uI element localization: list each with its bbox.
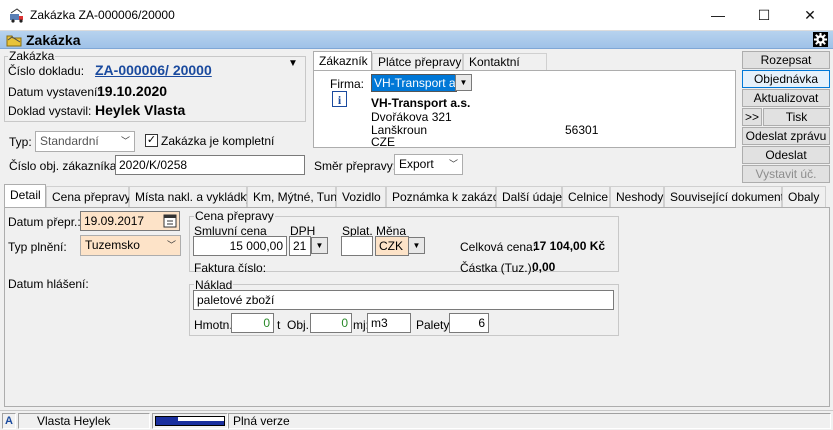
type-value: Standardní [40, 134, 99, 148]
chevron-down-icon[interactable]: ▼ [311, 237, 328, 254]
refresh-button[interactable]: Aktualizovat [742, 89, 830, 107]
direction-label: Směr přepravy: [314, 159, 397, 173]
main-tabs: Detail Cena přepravy Místa nakl. a vyklá… [4, 184, 830, 207]
transport-date-label: Datum přepr.: [8, 215, 81, 229]
customer-zip: 56301 [565, 123, 599, 137]
weight-input[interactable]: 0 [231, 313, 274, 333]
vat-input[interactable]: 21 [289, 236, 311, 256]
mode-indicator: A [2, 413, 16, 429]
pallets-label: Palety: [416, 318, 453, 332]
gear-icon[interactable] [813, 32, 828, 47]
progress-indicator [152, 413, 228, 429]
total-price-label: Celková cena: [460, 240, 537, 254]
tab-places[interactable]: Místa nakl. a vykládky [129, 186, 252, 207]
print-menu-button[interactable]: >> [742, 108, 762, 126]
volume-label: Obj.: [287, 318, 313, 332]
customer-order-label: Číslo obj. zákazníka: [9, 159, 120, 173]
issued-by: Heylek Vlasta [95, 102, 186, 118]
maximize-button[interactable]: ☐ [741, 0, 787, 31]
minimize-button[interactable]: — [695, 0, 741, 31]
pallets-input[interactable]: 6 [449, 313, 489, 333]
tab-customer[interactable]: Zákazník [313, 51, 372, 71]
send-offer-button[interactable]: Odeslat nabídku [742, 146, 830, 178]
issued-by-label: Doklad vystavil: [8, 104, 92, 118]
direction-value: Export [399, 157, 434, 171]
issue-date: 19.10.2020 [97, 83, 168, 99]
tab-vehicle[interactable]: Vozidlo [336, 186, 386, 207]
chevron-down-icon[interactable]: ▼ [408, 237, 425, 254]
doc-no-link[interactable]: ZA-000006/ 20000 [95, 62, 212, 78]
invoice-no-label: Faktura číslo: [194, 261, 267, 275]
folder-icon [6, 35, 22, 47]
currency-input[interactable]: CZK [375, 236, 409, 256]
calendar-icon[interactable] [163, 213, 177, 228]
tab-note[interactable]: Poznámka k zakázce [386, 186, 505, 207]
firm-label: Firma: [330, 77, 364, 91]
amount-label: Částka (Tuz.): [460, 261, 535, 275]
order-button[interactable]: Objednávka [742, 70, 830, 88]
complete-label: Zakázka je kompletní [161, 134, 275, 148]
status-version: Plná verze [228, 413, 831, 429]
issue-date-label: Datum vystavení: [8, 85, 101, 99]
chevron-down-icon: ﹀ [448, 159, 458, 169]
title-bar: Zakázka ZA-000006/20000 — ☐ ✕ [0, 0, 833, 31]
price-group-title: Cena přepravy [194, 209, 275, 223]
volume-input[interactable]: 0 [310, 313, 352, 333]
type-label: Typ: [9, 135, 32, 149]
customer-panel: Firma: VH-Transport a.s. ▼ i VH-Transpor… [313, 70, 736, 149]
weight-label: Hmotn.: [194, 318, 237, 332]
due-input[interactable] [341, 236, 373, 256]
chevron-down-icon[interactable]: ▼ [455, 74, 472, 91]
status-bar: A Vlasta Heylek Plná verze [0, 410, 833, 430]
total-price: 17 104,00 Kč [533, 239, 606, 253]
tab-km[interactable]: Km, Mýtné, Tuny [247, 186, 343, 207]
band-title: Zakázka [26, 32, 81, 48]
tab-documents[interactable]: Související dokumenty [664, 186, 790, 207]
status-user: Vlasta Heylek [18, 413, 150, 429]
fulfillment-label: Typ plnění: [8, 240, 67, 254]
type-select[interactable]: Standardní ﹀ [35, 131, 135, 152]
customer-name: VH-Transport a.s. [371, 96, 471, 110]
customer-tabs: Zákazník Plátce přepravy Kontaktní osoba [313, 51, 741, 85]
weight-unit: t [277, 318, 281, 332]
tab-payer[interactable]: Plátce přepravy [372, 53, 463, 71]
cargo-desc-input[interactable]: paletové zboží [193, 290, 614, 310]
tab-contact[interactable]: Kontaktní osoba [463, 53, 547, 85]
contract-price-input[interactable]: 15 000,00 [193, 236, 287, 256]
doc-no-label: Číslo dokladu: [8, 64, 85, 78]
tab-detail[interactable]: Detail [4, 184, 46, 207]
tab-customs[interactable]: Celnice [562, 186, 610, 207]
split-button[interactable]: Rozepsat [742, 51, 830, 69]
customer-country: CZE [371, 135, 395, 149]
window-title: Zakázka ZA-000006/20000 [30, 8, 175, 22]
tab-packaging[interactable]: Obaly [782, 186, 826, 207]
truck-app-icon [10, 8, 23, 23]
amount-value: 0,00 [532, 260, 556, 274]
header-band: Zakázka [0, 31, 833, 49]
volume-unit-input[interactable]: m3 [367, 313, 411, 333]
fulfillment-value: Tuzemsko [85, 238, 140, 252]
customer-street: Dvořákova 321 [371, 110, 452, 124]
tab-price[interactable]: Cena přepravy [46, 186, 131, 207]
invoice-button[interactable]: Vystavit úč. [742, 165, 830, 183]
chevron-down-icon: ﹀ [120, 136, 130, 146]
close-button[interactable]: ✕ [787, 0, 833, 31]
firm-select[interactable]: VH-Transport a.s. [371, 74, 457, 92]
chevron-down-icon[interactable]: ▼ [288, 58, 298, 69]
report-date-label: Datum hlášení: [8, 277, 89, 291]
direction-select[interactable]: Export ﹀ [394, 154, 463, 175]
tab-more[interactable]: Další údaje [496, 186, 562, 207]
chevron-down-icon: ﹀ [166, 240, 176, 250]
tab-nonconform[interactable]: Neshody [610, 186, 664, 207]
complete-checkbox[interactable]: ✓ [145, 134, 158, 147]
fulfillment-select[interactable]: Tuzemsko ﹀ [80, 235, 181, 256]
send-message-button[interactable]: Odeslat zprávu [742, 127, 830, 145]
customer-order-input[interactable]: 2020/K/0258 [115, 155, 305, 175]
firm-value: VH-Transport a.s. [374, 76, 456, 90]
print-button[interactable]: Tisk [763, 108, 830, 126]
info-icon: i [332, 91, 347, 107]
order-group-title: Zakázka [8, 49, 56, 63]
